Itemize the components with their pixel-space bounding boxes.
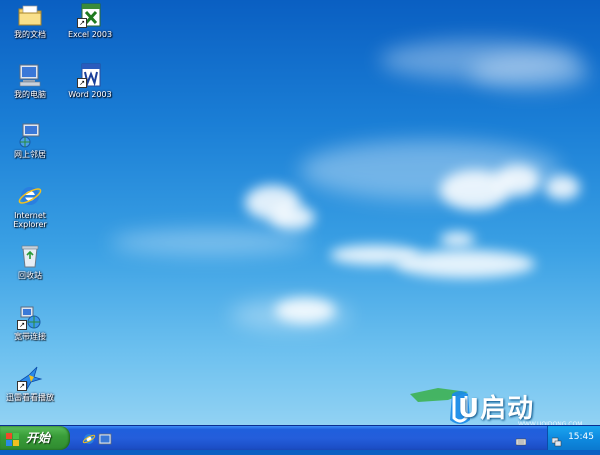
- desktop-icon-label: 我的电脑: [14, 90, 46, 99]
- keyboard-tray-icon[interactable]: [515, 432, 527, 446]
- desktop-icon-label: 网上邻居: [14, 150, 46, 159]
- logo-brand-text: U启动: [458, 394, 535, 424]
- shortcut-arrow-icon: ↗: [17, 320, 27, 330]
- desktop: 我的文档 ↗ Excel 2003 我的电脑 ↗ Word 2003 网上邻居 …: [0, 0, 600, 428]
- windows-flag-icon: [6, 431, 20, 446]
- system-tray: 15:45: [547, 426, 600, 450]
- desktop-icon-label: 我的文档: [14, 30, 46, 39]
- desktop-icon-internet-explorer[interactable]: Internet Explorer: [0, 183, 60, 229]
- desktop-icon-excel[interactable]: ↗ Excel 2003: [60, 2, 120, 39]
- desktop-icon-label: Excel 2003: [67, 30, 113, 39]
- desktop-icon-broadband-connection[interactable]: ↗ 宽带连接: [0, 304, 60, 341]
- xunlei-bird-icon: ↗: [17, 365, 43, 391]
- folder-icon: [17, 2, 43, 28]
- recycle-bin-icon: [17, 243, 43, 269]
- desktop-icon-xunlei-player[interactable]: ↗ 迅雷看看播放: [0, 365, 60, 402]
- uqidong-logo: U启动 WWW.UQIDONG.COM: [408, 382, 598, 428]
- shortcut-arrow-icon: ↗: [77, 18, 87, 28]
- computer-icon: [17, 62, 43, 88]
- taskbar-clock[interactable]: 15:45: [568, 432, 594, 442]
- broadband-connection-icon: ↗: [17, 304, 43, 330]
- desktop-icon-label: 宽带连接: [14, 332, 46, 341]
- start-button-label: 开始: [26, 431, 51, 445]
- excel-icon: ↗: [77, 2, 103, 28]
- quick-launch-ie-icon[interactable]: [82, 431, 96, 445]
- desktop-icon-word[interactable]: ↗ Word 2003: [60, 62, 120, 99]
- shortcut-arrow-icon: ↗: [17, 381, 27, 391]
- network-tray-icon[interactable]: [551, 432, 562, 447]
- desktop-icon-label: Internet Explorer: [13, 211, 47, 229]
- desktop-icon-label: 迅雷看看播放: [6, 393, 54, 402]
- word-icon: ↗: [77, 62, 103, 88]
- desktop-icon-label: Word 2003: [68, 90, 112, 99]
- desktop-icon-network-places[interactable]: 网上邻居: [0, 122, 60, 159]
- taskbar: 开始 15:45: [0, 425, 600, 450]
- desktop-icon-recycle-bin[interactable]: 回收站: [0, 243, 60, 280]
- shortcut-arrow-icon: ↗: [77, 78, 87, 88]
- desktop-icon-my-documents[interactable]: 我的文档: [0, 2, 60, 39]
- quick-launch-show-desktop-icon[interactable]: [98, 431, 112, 445]
- desktop-icon-label: 回收站: [18, 271, 42, 280]
- ie-icon: [17, 183, 43, 209]
- network-icon: [17, 122, 43, 148]
- desktop-icon-my-computer[interactable]: 我的电脑: [0, 62, 60, 99]
- start-button[interactable]: 开始: [0, 426, 70, 450]
